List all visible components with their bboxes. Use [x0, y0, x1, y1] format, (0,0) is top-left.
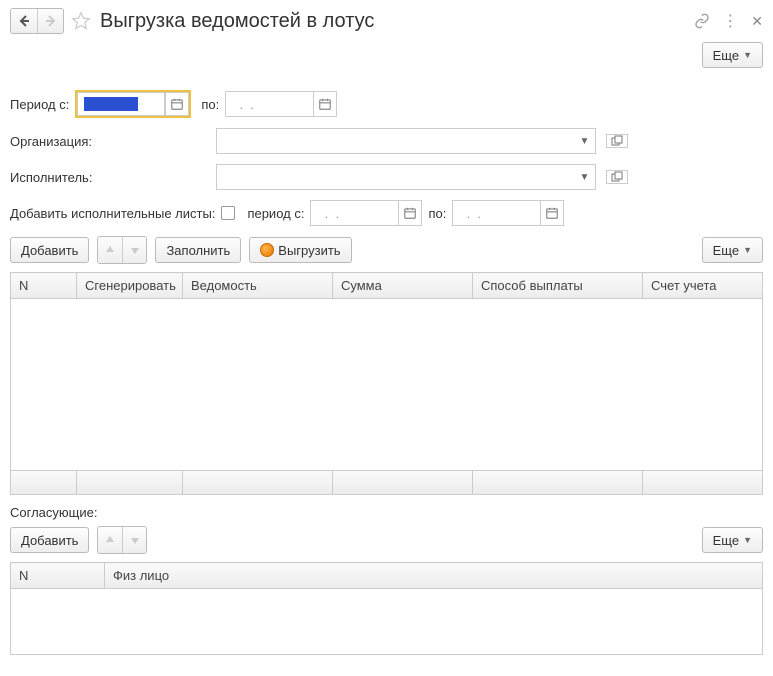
table1-col-sum[interactable]: Сумма — [333, 273, 473, 299]
exec-docs-to-calendar-button[interactable] — [540, 200, 564, 226]
more-button-2-label: Еще — [713, 533, 739, 548]
period-from-label: Период с: — [10, 97, 69, 112]
link-icon[interactable] — [694, 13, 710, 29]
table2-col-n[interactable]: N — [11, 563, 105, 589]
kebab-menu-icon[interactable]: ⋮ — [722, 11, 739, 31]
add-button-2-label: Добавить — [21, 533, 78, 548]
more-button-1-label: Еще — [713, 243, 739, 258]
fill-button-label: Заполнить — [166, 243, 230, 258]
period-from-group — [75, 90, 191, 118]
add-button-1[interactable]: Добавить — [10, 237, 89, 263]
period-to-calendar-button[interactable] — [313, 91, 337, 117]
more-button-top[interactable]: Еще ▼ — [702, 42, 763, 68]
table2-col-person[interactable]: Физ лицо — [105, 563, 763, 589]
organization-input[interactable] — [216, 128, 574, 154]
favorite-star-icon[interactable] — [70, 10, 92, 32]
period-to-input[interactable] — [225, 91, 313, 117]
chevron-down-icon: ▼ — [743, 245, 752, 255]
add-button-1-label: Добавить — [21, 243, 78, 258]
move-up-button-1[interactable] — [98, 237, 122, 263]
exec-docs-checkbox[interactable] — [221, 206, 235, 220]
more-button-2[interactable]: Еще ▼ — [702, 527, 763, 553]
move-down-button-1[interactable] — [122, 237, 146, 263]
approvers-label: Согласующие: — [10, 505, 763, 520]
executor-input[interactable] — [216, 164, 574, 190]
table1-col-statement[interactable]: Ведомость — [183, 273, 333, 299]
nav-back-button[interactable] — [11, 9, 37, 33]
executor-label: Исполнитель: — [10, 170, 210, 185]
organization-open-button[interactable] — [606, 134, 628, 148]
statements-table: N Сгенерировать Ведомость Сумма Способ в… — [10, 272, 763, 299]
move-up-button-2[interactable] — [98, 527, 122, 553]
statements-table-body[interactable] — [10, 299, 763, 471]
table1-col-generate[interactable]: Сгенерировать — [77, 273, 183, 299]
chevron-down-icon: ▼ — [743, 50, 752, 60]
chevron-down-icon: ▼ — [743, 535, 752, 545]
period-from-calendar-button[interactable] — [165, 92, 189, 116]
approvers-table: N Физ лицо — [10, 562, 763, 589]
exec-docs-to-label: по: — [428, 206, 446, 221]
page-title: Выгрузка ведомостей в лотус — [100, 10, 688, 33]
executor-open-button[interactable] — [606, 170, 628, 184]
exec-docs-to-input[interactable] — [452, 200, 540, 226]
export-button-label: Выгрузить — [278, 243, 340, 258]
organization-label: Организация: — [10, 134, 210, 149]
more-button-1[interactable]: Еще ▼ — [702, 237, 763, 263]
exec-docs-from-input[interactable] — [310, 200, 398, 226]
period-from-selection — [84, 97, 138, 111]
table1-col-payment-method[interactable]: Способ выплаты — [473, 273, 643, 299]
table1-col-n[interactable]: N — [11, 273, 77, 299]
executor-dropdown-button[interactable]: ▼ — [574, 164, 596, 190]
period-from-input[interactable] — [77, 92, 165, 116]
export-button[interactable]: Выгрузить — [249, 237, 351, 263]
add-button-2[interactable]: Добавить — [10, 527, 89, 553]
exec-docs-label: Добавить исполнительные листы: — [10, 206, 215, 221]
period-to-label: по: — [201, 97, 219, 112]
organization-dropdown-button[interactable]: ▼ — [574, 128, 596, 154]
export-icon — [260, 243, 274, 257]
fill-button[interactable]: Заполнить — [155, 237, 241, 263]
close-icon[interactable]: ✕ — [751, 13, 763, 30]
move-down-button-2[interactable] — [122, 527, 146, 553]
exec-docs-from-label: период с: — [247, 206, 304, 221]
nav-forward-button[interactable] — [37, 9, 63, 33]
approvers-table-body[interactable] — [10, 589, 763, 655]
statements-table-footer — [10, 471, 763, 495]
exec-docs-from-calendar-button[interactable] — [398, 200, 422, 226]
table1-col-account[interactable]: Счет учета — [643, 273, 763, 299]
more-button-label: Еще — [713, 48, 739, 63]
